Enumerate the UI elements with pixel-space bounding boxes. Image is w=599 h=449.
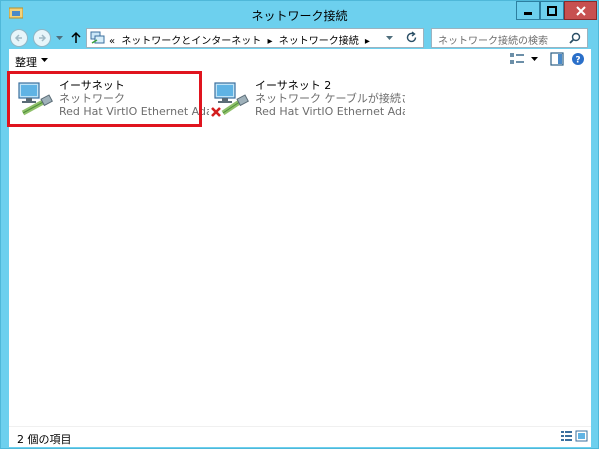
arrow-right-icon xyxy=(39,34,47,42)
breadcrumb-overflow[interactable]: « xyxy=(109,36,115,47)
item-status: ネットワーク ケーブルが接続されていま... xyxy=(255,92,405,105)
title-bar[interactable]: ネットワーク接続 xyxy=(1,1,598,27)
search-input[interactable]: ネットワーク接続の検索 xyxy=(438,32,548,47)
command-bar: 整理 ? xyxy=(9,49,591,72)
maximize-icon xyxy=(547,5,557,16)
chevron-right-icon[interactable]: ▸ xyxy=(365,36,370,47)
item-adapter: Red Hat VirtIO Ethernet Adap... xyxy=(255,105,405,118)
refresh-icon[interactable] xyxy=(405,31,418,44)
breadcrumb-network-internet[interactable]: ネットワークとインターネット xyxy=(121,36,261,47)
item-name: イーサネット 2 xyxy=(255,79,332,92)
maximize-button[interactable] xyxy=(540,1,564,20)
close-button[interactable] xyxy=(564,1,597,20)
breadcrumb: « ネットワークとインターネット ▸ ネットワーク接続 ▸ xyxy=(109,32,373,47)
window-title: ネットワーク接続 xyxy=(251,9,348,23)
minimize-button[interactable] xyxy=(516,1,540,20)
recent-locations-dropdown[interactable] xyxy=(56,36,63,41)
chevron-right-icon[interactable]: ▸ xyxy=(268,36,273,47)
address-bar[interactable]: « ネットワークとインターネット ▸ ネットワーク接続 ▸ xyxy=(86,28,424,48)
back-button[interactable] xyxy=(10,29,28,47)
item-count: 2 個の項目 xyxy=(17,433,72,446)
selection-highlight-box xyxy=(7,71,202,127)
item-details: イーサネット 2 ネットワーク ケーブルが接続されていま... Red Hat … xyxy=(255,79,405,118)
arrow-left-icon xyxy=(14,34,22,42)
explorer-window: ネットワーク接続 « ネットワークとインターネット ▸ ネットワーク接続 ▸ ネ… xyxy=(0,0,599,449)
forward-button[interactable] xyxy=(33,29,51,47)
change-view-icon[interactable] xyxy=(509,52,525,66)
up-arrow-icon[interactable] xyxy=(71,31,81,44)
minimize-icon xyxy=(524,11,532,15)
network-connections-icon xyxy=(90,31,105,44)
close-icon xyxy=(575,5,586,16)
search-icon[interactable] xyxy=(569,32,581,44)
details-view-icon[interactable] xyxy=(560,430,573,442)
view-options-dropdown[interactable] xyxy=(531,57,538,62)
network-adapter-disconnected-icon xyxy=(211,82,249,117)
address-history-dropdown[interactable] xyxy=(386,36,393,41)
preview-pane-icon[interactable] xyxy=(550,52,564,66)
svg-text:?: ? xyxy=(575,56,580,66)
list-item[interactable]: イーサネット 2 ネットワーク ケーブルが接続されていま... Red Hat … xyxy=(209,75,405,125)
search-box[interactable]: ネットワーク接続の検索 xyxy=(431,28,588,48)
navigation-bar: « ネットワークとインターネット ▸ ネットワーク接続 ▸ ネットワーク接続の検… xyxy=(1,27,598,49)
chevron-down-icon[interactable] xyxy=(41,58,48,63)
help-icon[interactable]: ? xyxy=(571,52,585,66)
large-icons-view-icon[interactable] xyxy=(575,430,588,442)
breadcrumb-network-connections[interactable]: ネットワーク接続 xyxy=(279,36,359,47)
status-bar: 2 個の項目 xyxy=(9,426,591,447)
organize-menu[interactable]: 整理 xyxy=(15,54,37,70)
